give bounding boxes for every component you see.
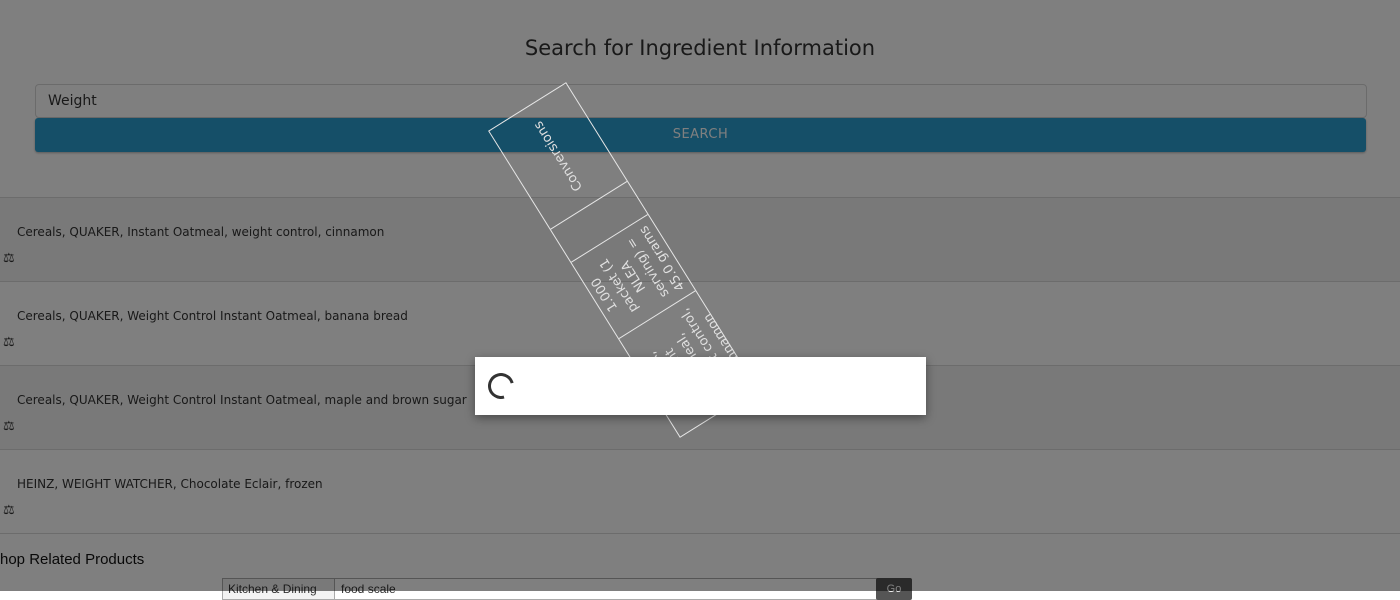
- loading-modal: [475, 357, 926, 415]
